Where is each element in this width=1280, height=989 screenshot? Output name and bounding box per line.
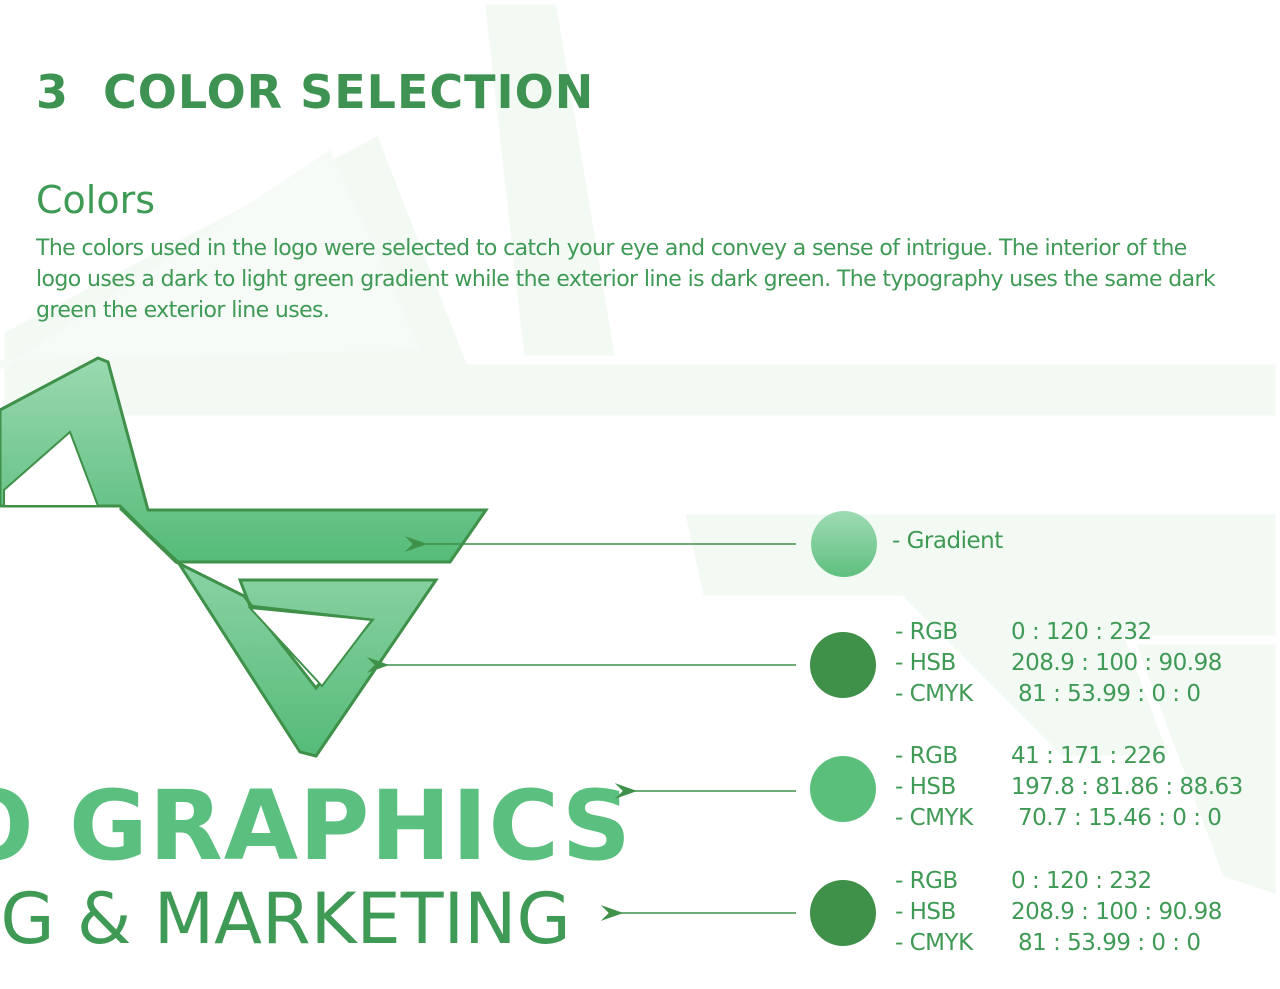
- spec-name: - CMYK: [895, 930, 973, 956]
- spec-name: - RGB: [895, 868, 958, 894]
- spec-value: 197.8 : 81.86 : 88.63: [1011, 774, 1243, 800]
- spec-list-dark-green: - RGB 0 : 120 : 232 - HSB 208.9 : 100 : 90…: [895, 617, 1255, 710]
- spec-row-hsb: - HSB 208.9 : 100 : 90.98: [895, 648, 1255, 679]
- spec-name: - HSB: [895, 774, 956, 800]
- section-title-text: COLOR SELECTION: [103, 65, 595, 119]
- spec-name: - RGB: [895, 619, 958, 645]
- spec-value: 0 : 120 : 232: [1011, 868, 1152, 894]
- section-number: 3: [36, 65, 70, 119]
- spec-list-light-green: - RGB 41 : 171 : 226 - HSB 197.8 : 81.86 :…: [895, 741, 1255, 834]
- spec-row-cmyk: - CMYK 81 : 53.99 : 0 : 0: [895, 679, 1255, 710]
- spec-row-rgb: - RGB 0 : 120 : 232: [895, 866, 1255, 897]
- gradient-label: - Gradient: [892, 528, 1003, 554]
- spec-value: 81 : 53.99 : 0 : 0: [1018, 930, 1201, 956]
- spec-row-rgb: - RGB 41 : 171 : 226: [895, 741, 1255, 772]
- logo-letter-a: [0, 356, 489, 564]
- logo-wordmark-sub: NG & MARKETING: [0, 878, 571, 960]
- spec-row-hsb: - HSB 208.9 : 100 : 90.98: [895, 897, 1255, 928]
- dark-green-swatch-typography: [810, 880, 876, 946]
- spec-value: 81 : 53.99 : 0 : 0: [1018, 681, 1201, 707]
- spec-value: 208.9 : 100 : 90.98: [1011, 650, 1222, 676]
- spec-value: 0 : 120 : 232: [1011, 619, 1152, 645]
- spec-name: - HSB: [895, 899, 956, 925]
- spec-name: - CMYK: [895, 805, 973, 831]
- section-title: 3 COLOR SELECTION: [36, 62, 594, 122]
- spec-list-typography: - RGB 0 : 120 : 232 - HSB 208.9 : 100 : 90…: [895, 866, 1255, 959]
- spec-name: - CMYK: [895, 681, 973, 707]
- spec-row-hsb: - HSB 197.8 : 81.86 : 88.63: [895, 772, 1255, 803]
- colors-heading: Colors: [36, 178, 156, 222]
- spec-name: - HSB: [895, 650, 956, 676]
- spec-name: - RGB: [895, 743, 958, 769]
- logo-wordmark-main: O GRAPHICS: [0, 770, 632, 882]
- gradient-swatch: [811, 511, 877, 577]
- spec-value: 70.7 : 15.46 : 0 : 0: [1018, 805, 1222, 831]
- spec-row-cmyk: - CMYK 81 : 53.99 : 0 : 0: [895, 928, 1255, 959]
- spec-value: 208.9 : 100 : 90.98: [1011, 899, 1222, 925]
- spec-value: 41 : 171 : 226: [1011, 743, 1166, 769]
- spec-row-rgb: - RGB 0 : 120 : 232: [895, 617, 1255, 648]
- dark-green-swatch: [810, 632, 876, 698]
- colors-description: The colors used in the logo were selecte…: [36, 236, 1216, 323]
- light-green-swatch: [810, 756, 876, 822]
- ag-logo-mark: [0, 356, 489, 758]
- spec-row-cmyk: - CMYK 70.7 : 15.46 : 0 : 0: [895, 803, 1255, 834]
